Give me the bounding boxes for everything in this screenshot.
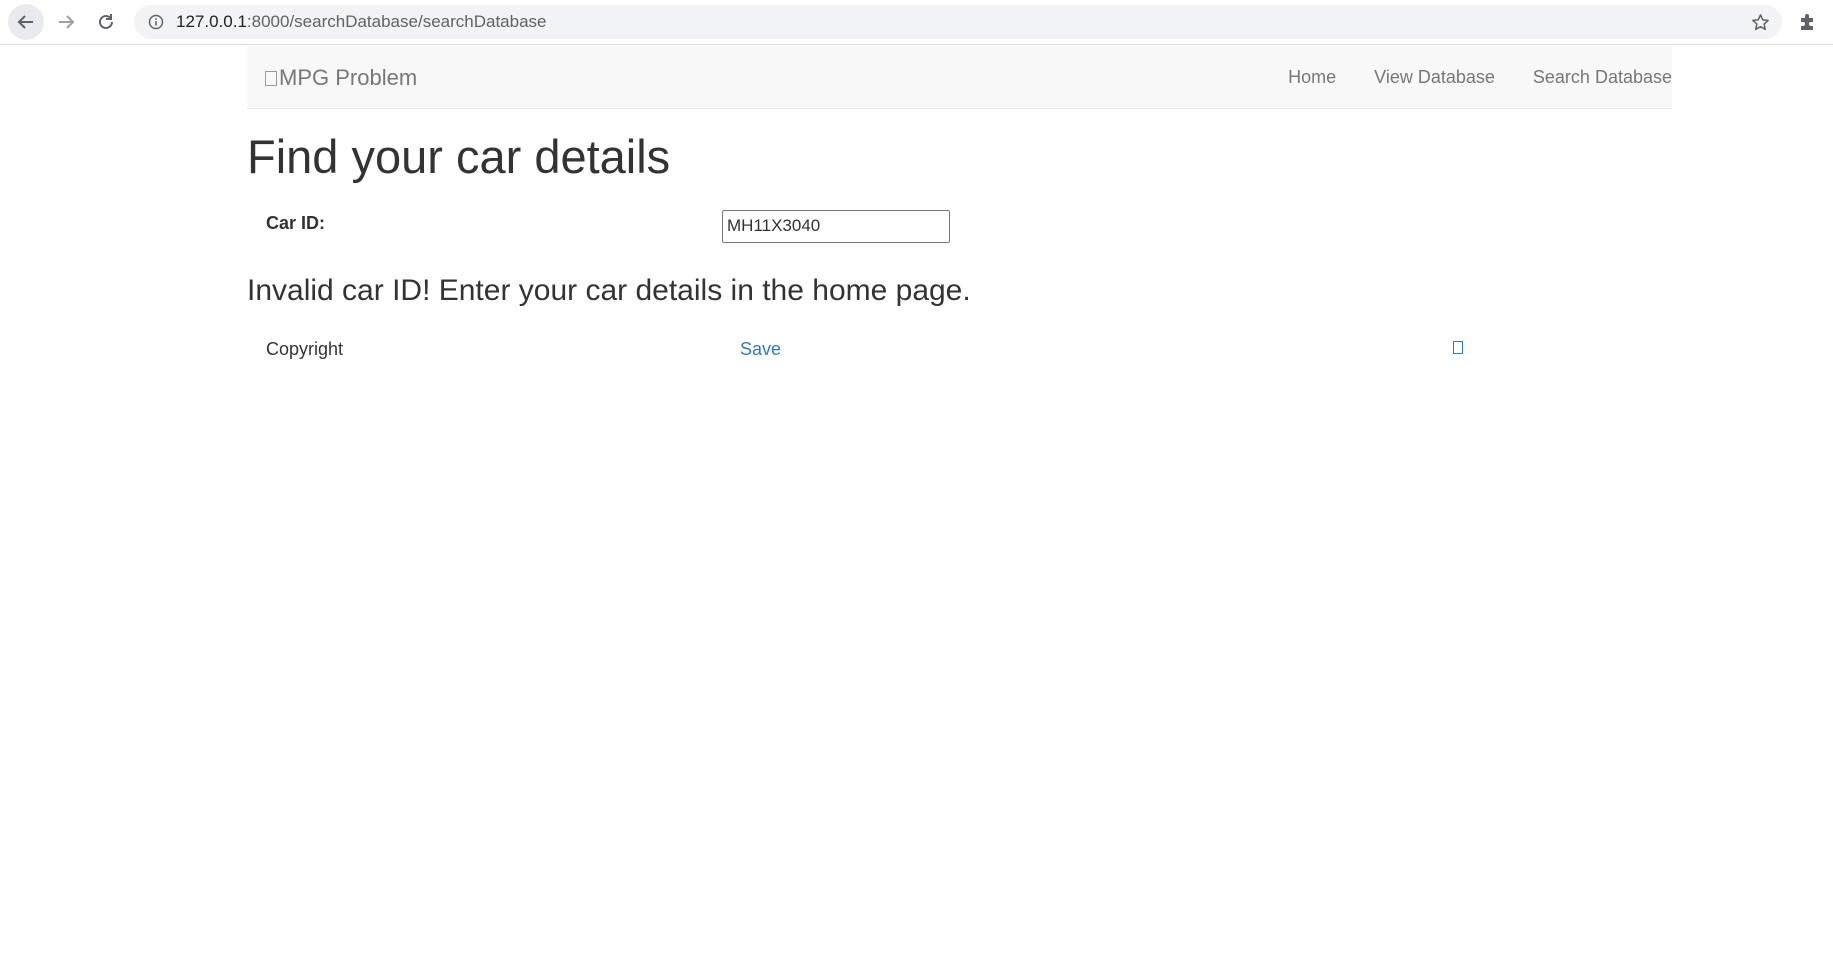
car-id-form-row: Car ID: [247,203,1672,267]
reload-button[interactable] [88,4,124,40]
browser-toolbar: 127.0.0.1:8000/searchDatabase/searchData… [0,0,1833,45]
navbar-brand[interactable]: MPG Problem [265,46,417,109]
nav-link-view-database[interactable]: View Database [1355,46,1514,109]
page-container: MPG Problem Home View Database Search Da… [247,46,1672,371]
save-link[interactable]: Save [740,339,781,360]
page-title: Find your car details [247,130,671,183]
missing-glyph-icon[interactable] [1453,340,1463,354]
nav-link-home[interactable]: Home [1269,46,1355,109]
forward-arrow-icon [59,15,75,29]
extensions-puzzle-icon[interactable] [1797,11,1819,33]
footer: Copyright Save [247,331,1672,371]
site-info-icon[interactable] [148,14,164,30]
url-path: :8000/searchDatabase/searchDatabase [246,12,547,31]
back-button[interactable] [8,4,44,40]
navbar-links: Home View Database Search Database [1269,46,1691,109]
brand-label: MPG Problem [279,65,418,90]
car-id-label: Car ID: [266,212,326,233]
bookmark-star-icon[interactable] [1751,13,1770,32]
nav-link-search-database[interactable]: Search Database [1514,46,1691,109]
copyright-text: Copyright [266,338,344,359]
forward-button[interactable] [48,4,84,40]
error-message: Invalid car ID! Enter your car details i… [247,273,971,307]
navbar: MPG Problem Home View Database Search Da… [247,46,1672,109]
back-arrow-icon [17,15,33,29]
url-host: 127.0.0.1 [176,12,247,31]
car-id-input[interactable] [722,209,950,243]
missing-glyph-icon [265,71,277,86]
address-bar[interactable]: 127.0.0.1:8000/searchDatabase/searchData… [134,5,1782,39]
reload-icon [99,14,113,29]
url-text: 127.0.0.1:8000/searchDatabase/searchData… [176,5,547,39]
